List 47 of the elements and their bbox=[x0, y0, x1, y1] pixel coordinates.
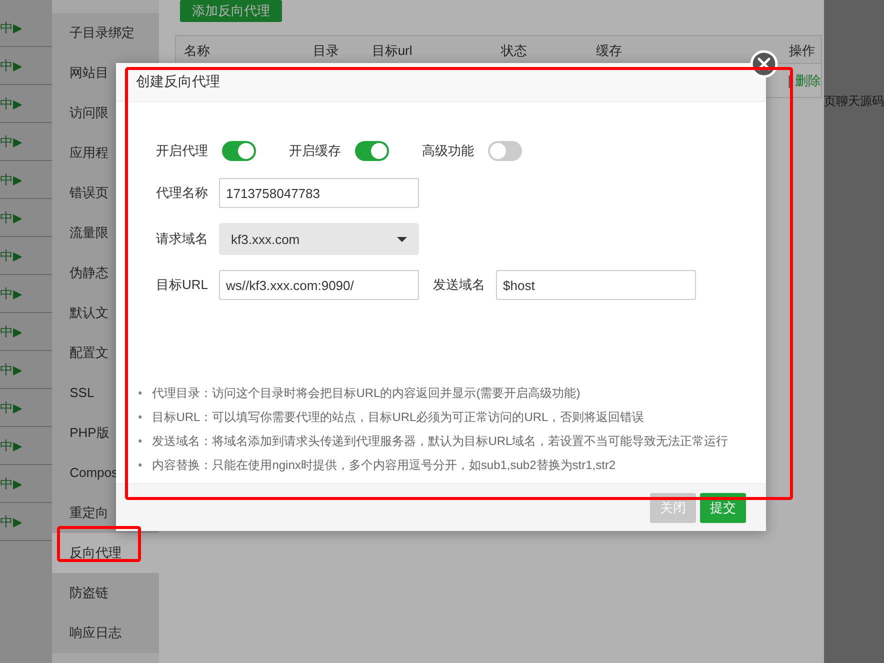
sidebar-item[interactable]: 子目录绑定 bbox=[52, 13, 159, 53]
status-label: 中 bbox=[0, 56, 13, 74]
toggle-switch[interactable] bbox=[488, 141, 522, 161]
close-icon[interactable] bbox=[750, 50, 778, 78]
toggle-switch[interactable] bbox=[355, 141, 389, 161]
submit-button[interactable]: 提交 bbox=[700, 492, 746, 522]
toggle-label: 开启代理 bbox=[156, 142, 208, 160]
field-label: 代理名称 bbox=[156, 184, 206, 202]
field-label: 发送域名 bbox=[433, 276, 483, 294]
input-field[interactable]: 1713758047783 bbox=[219, 178, 419, 208]
status-label: 中 bbox=[0, 512, 13, 530]
bullet: • bbox=[138, 386, 142, 400]
column-header: 状态 bbox=[500, 42, 527, 60]
sidebar-item[interactable]: 防盗链 bbox=[52, 573, 159, 613]
column-header: 名称 bbox=[184, 42, 210, 60]
column-header: 操作 bbox=[789, 42, 815, 60]
bullet: • bbox=[138, 458, 142, 472]
toggle-label: 开启缓存 bbox=[289, 142, 341, 160]
status-label: 中 bbox=[0, 18, 13, 36]
domain-select[interactable]: kf3.xxx.com bbox=[219, 223, 419, 255]
status-label: 中 bbox=[0, 360, 13, 378]
status-label: 中 bbox=[0, 398, 13, 416]
toggle-label: 高级功能 bbox=[422, 142, 474, 160]
sidebar-item[interactable]: 反向代理 bbox=[52, 533, 159, 573]
column-header: 缓存 bbox=[596, 42, 622, 60]
status-label: 中 bbox=[0, 284, 13, 302]
column-header: 目标url bbox=[372, 42, 412, 60]
status-label: 中 bbox=[0, 208, 13, 226]
site-name: 页聊天源码 bbox=[824, 93, 884, 110]
column-header: 目录 bbox=[312, 42, 339, 60]
status-label: 中 bbox=[0, 94, 13, 112]
status-label: 中 bbox=[0, 170, 13, 188]
status-label: 中 bbox=[0, 436, 13, 454]
bullet: • bbox=[138, 434, 142, 448]
separator: | bbox=[788, 73, 791, 88]
status-label: 中 bbox=[0, 322, 13, 340]
bullet: • bbox=[138, 410, 142, 424]
toggle-switch[interactable] bbox=[222, 141, 256, 161]
input-field[interactable]: ws//kf3.xxx.com:9090/ bbox=[219, 270, 419, 300]
field-label: 目标URL bbox=[156, 276, 206, 294]
status-label: 中 bbox=[0, 474, 13, 492]
status-label: 中 bbox=[0, 132, 13, 150]
status-label: 中 bbox=[0, 246, 13, 264]
caret-icon bbox=[397, 236, 407, 242]
input-field[interactable]: $host bbox=[496, 270, 696, 300]
sidebar-item[interactable]: 响应日志 bbox=[52, 613, 159, 653]
field-label: 请求域名 bbox=[156, 230, 206, 248]
